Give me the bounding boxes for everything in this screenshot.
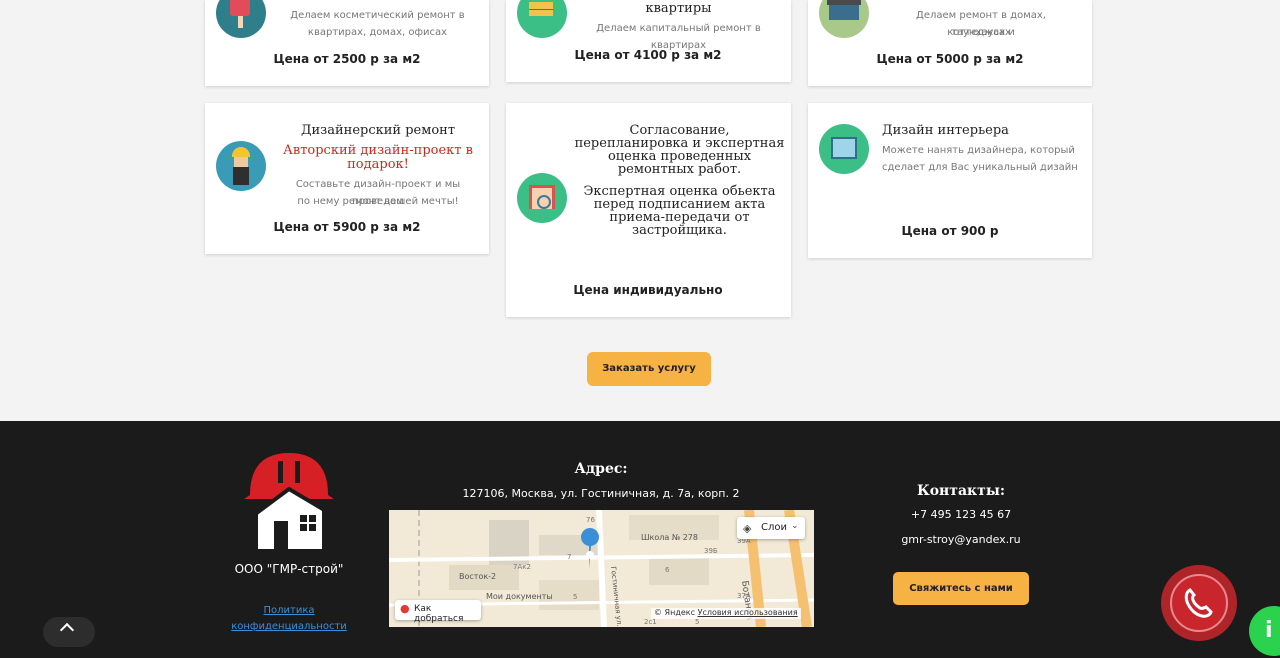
paint-roller-icon bbox=[216, 0, 266, 38]
yandex-map[interactable]: Школа № 278 Восток-2 Мои документы Ботан… bbox=[389, 510, 814, 627]
card-title: квартиры bbox=[645, 1, 712, 16]
map-house-number: 39Б bbox=[704, 547, 718, 555]
card-price: Цена от 2500 р за м2 bbox=[273, 52, 421, 66]
card-description: таунхаусах bbox=[951, 27, 1011, 38]
card-price: Цена от 5900 р за м2 bbox=[273, 220, 421, 234]
service-card-approval[interactable]: Согласование, перепланировка и экспертна… bbox=[506, 103, 791, 317]
service-card-interior-design[interactable]: Дизайн интерьера Можете нанять дизайнера… bbox=[808, 103, 1092, 258]
map-layers-label: Слои bbox=[761, 522, 787, 533]
card-promo-text: подарок! bbox=[347, 157, 409, 172]
house-icon bbox=[819, 0, 869, 38]
card-description: Можете нанять дизайнера, который bbox=[882, 145, 1075, 156]
service-card-designer-renovation[interactable]: Дизайнерский ремонт Авторский дизайн-про… bbox=[205, 103, 489, 254]
brick-wall-icon bbox=[517, 0, 567, 38]
map-terms-link[interactable]: Условия использования bbox=[698, 608, 798, 617]
services-section: Делаем косметический ремонт в квартирах,… bbox=[0, 0, 1280, 421]
card-price: Цена от 5000 р за м2 bbox=[876, 52, 1024, 66]
house-magnifier-icon bbox=[517, 173, 567, 223]
map-house-number: 5 bbox=[695, 618, 700, 626]
card-promo-text: Авторский дизайн-проект в bbox=[283, 143, 473, 158]
floor-plan-icon bbox=[819, 124, 869, 174]
card-price: Цена индивидуально bbox=[573, 283, 723, 297]
yandex-copyright: © Яндекс bbox=[654, 608, 696, 617]
map-label: Восток-2 bbox=[459, 572, 497, 581]
card-title: Дизайнерский ремонт bbox=[300, 123, 456, 138]
map-house-number: 5 bbox=[573, 593, 578, 601]
card-description: по нему ремонт вашей мечты! bbox=[297, 196, 459, 207]
card-description: сделает для Вас уникальный дизайн bbox=[882, 162, 1078, 173]
map-route-label: Как добраться bbox=[414, 604, 464, 624]
builder-icon bbox=[216, 141, 266, 191]
phone-icon bbox=[1170, 574, 1228, 632]
map-house-number: 37А bbox=[737, 592, 751, 600]
address-title: Адрес: bbox=[574, 461, 628, 477]
email-address[interactable]: gmr-stroy@yandex.ru bbox=[886, 533, 1036, 546]
map-layers-button[interactable]: ◈ Слои ⌄ bbox=[737, 517, 805, 539]
company-name: ООО "ГМР-строй" bbox=[234, 562, 344, 576]
scroll-to-top-button[interactable] bbox=[43, 617, 95, 647]
chevron-up-icon bbox=[59, 622, 75, 638]
map-house-number: 6 bbox=[665, 566, 670, 574]
card-title: ремонтных работ. bbox=[617, 162, 742, 177]
card-subtitle: застройщика. bbox=[632, 223, 727, 238]
map-copyright: © Яндекс Условия использования bbox=[651, 608, 801, 619]
map-label: Мои документы bbox=[486, 592, 553, 601]
info-icon: i bbox=[1265, 618, 1273, 643]
map-house-number: 2с1 bbox=[644, 618, 657, 626]
service-card-capital[interactable]: квартиры Делаем капитальный ремонт в ква… bbox=[506, 0, 791, 82]
privacy-policy-link[interactable]: Политика bbox=[214, 605, 364, 616]
layers-icon: ◈ bbox=[743, 522, 752, 535]
map-route-button[interactable]: ● Как добраться bbox=[395, 600, 481, 624]
map-house-number: 76 bbox=[586, 516, 595, 524]
address-text: 127106, Москва, ул. Гостиничная, д. 7а, … bbox=[462, 487, 740, 500]
map-label: Школа № 278 bbox=[641, 533, 698, 542]
card-description: квартирах, домах, офисах bbox=[307, 27, 448, 38]
card-title: Дизайн интерьера bbox=[882, 123, 1009, 138]
contact-us-button[interactable]: Свяжитесь с нами bbox=[893, 572, 1029, 605]
map-house-number: 7 bbox=[567, 553, 572, 561]
privacy-policy-link[interactable]: конфиденциальности bbox=[214, 621, 364, 632]
map-house-number: 7Ак2 bbox=[513, 563, 531, 571]
card-description: Делаем косметический ремонт в bbox=[290, 10, 465, 21]
chevron-down-icon: ⌄ bbox=[791, 521, 799, 531]
phone-number[interactable]: +7 495 123 45 67 bbox=[886, 508, 1036, 521]
call-button[interactable] bbox=[1161, 565, 1237, 641]
card-price: Цена от 4100 р за м2 bbox=[574, 48, 722, 62]
contacts-title: Контакты: bbox=[916, 483, 1006, 499]
service-card-cosmetic[interactable]: Делаем косметический ремонт в квартирах,… bbox=[205, 0, 489, 86]
location-pin-icon: ● bbox=[400, 602, 410, 615]
order-service-button[interactable]: Заказать услугу bbox=[587, 352, 711, 386]
service-card-houses[interactable]: Делаем ремонт в домах, коттеджах и таунх… bbox=[808, 0, 1092, 86]
company-logo bbox=[244, 451, 334, 551]
card-price: Цена от 900 р bbox=[901, 224, 999, 238]
